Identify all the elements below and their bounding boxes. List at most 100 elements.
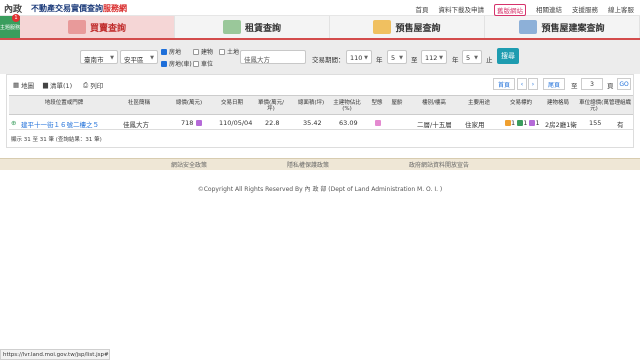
filter-bar: 臺南市 ▼ 安平區 ▼ 房地 房地(車) 建物 車位 土地 佳鳳大方 交易期間： 1… [0, 40, 640, 74]
checkbox-building[interactable]: 建物 [193, 47, 213, 56]
chevron-down-icon: ▼ [474, 55, 478, 61]
price-detail-icon[interactable] [195, 120, 202, 126]
checkbox-land-building[interactable]: 房地 [161, 47, 181, 56]
col-total-price[interactable]: 總價(萬元) [173, 100, 205, 106]
chevron-down-icon: ▼ [439, 55, 443, 61]
site-logo[interactable]: 內政部 不動產交易實價查詢服務網 [4, 2, 127, 29]
building-icon [222, 20, 241, 34]
year-unit-label-2: 年 [452, 56, 459, 64]
period-label: 交易期間： [312, 56, 345, 64]
end-label: 止 [486, 56, 493, 64]
col-main-ratio[interactable]: 主建物佔比(%) [331, 100, 363, 112]
col-area[interactable]: 總面積(坪) [297, 100, 325, 106]
to-page-label: 至 [571, 82, 578, 90]
checkbox-parking[interactable]: 車位 [193, 59, 213, 68]
results-summary: 顯示 31 至 31 筆 (查詢結果：31 筆) [11, 137, 102, 143]
tab-sale[interactable]: 買賣查詢 [20, 16, 175, 38]
col-unit-price[interactable]: 單價(萬元/坪) [257, 100, 285, 112]
results-panel: ▦ 地圖 ▆ 清單(1) ⎙ 列印 首頁 ‹ › 尾頁 至 3 頁 GO 地段位置或門… [6, 74, 634, 148]
table-row[interactable]: ⊕ 建平十一街１６號二樓之５ 佳鳳大方 718 110/05/04 22.8 3… [9, 116, 633, 130]
top-links: 首頁 資料下載及申請 舊版網站 相關連結 支援服務 線上客服 [416, 4, 634, 16]
print-button[interactable]: ⎙ 列印 [83, 80, 103, 91]
to-month-select[interactable]: 5 ▼ [462, 50, 482, 64]
map-view-button[interactable]: ▦ 地圖 [13, 80, 34, 90]
chevron-down-icon: ▼ [110, 55, 114, 61]
checkbox-icon [193, 48, 199, 55]
col-type[interactable]: 型態 [369, 100, 385, 106]
table-header: 地段位置或門牌 社區簡稱 總價(萬元) 交易日期 單價(萬元/坪) 總面積(坪)… [9, 95, 633, 115]
first-page-button[interactable]: 首頁 [493, 78, 515, 90]
tab-rent[interactable]: 租賃查詢 [175, 16, 330, 38]
chevron-down-icon: ▼ [399, 55, 403, 61]
crane-icon [373, 20, 392, 34]
col-management[interactable]: 管理組織 [609, 100, 631, 106]
list-view-button[interactable]: ▆ 清單(1) [43, 80, 72, 90]
keyword-input[interactable]: 佳鳳大方 [240, 50, 306, 64]
page-number-input[interactable]: 3 [581, 78, 603, 90]
checkbox-icon [193, 60, 199, 67]
link-privacy-policy[interactable]: 隱私權保護政策 [287, 160, 329, 169]
year-unit-label: 年 [376, 56, 383, 64]
house-icon [67, 20, 86, 34]
top-bar: 內政部 不動產交易實價查詢服務網 首頁 資料下載及申請 舊版網站 相關連結 支援… [0, 0, 640, 29]
tab-presale-project[interactable]: 預售屋建案查詢 [485, 16, 640, 38]
col-community[interactable]: 社區簡稱 [119, 100, 159, 106]
cell-main-ratio: 63.09 [339, 119, 358, 127]
cell-use: 住家用 [465, 121, 485, 129]
to-label: 至 [411, 56, 418, 64]
cell-target: 1 1 1 [505, 119, 540, 127]
theme-service-button[interactable]: 主題服務 1 [0, 14, 20, 38]
moi-logo: 內政部 [4, 5, 23, 28]
search-button[interactable]: 搜尋 [497, 48, 519, 64]
link-open-data[interactable]: 政府網站資料開放宣告 [409, 160, 469, 169]
col-address[interactable]: 地段位置或門牌 [29, 100, 99, 106]
checkbox-icon [161, 48, 167, 55]
checkbox-land[interactable]: 土地 [219, 47, 239, 56]
notification-badge: 1 [12, 14, 20, 22]
last-page-button[interactable]: 尾頁 [543, 78, 565, 90]
from-month-select[interactable]: 5 ▼ [387, 50, 407, 64]
cell-management: 有 [617, 121, 624, 129]
link-security-policy[interactable]: 網站安全政策 [171, 160, 207, 169]
col-age[interactable]: 屋齡 [389, 100, 405, 106]
col-use[interactable]: 主要用途 [461, 100, 497, 106]
checkbox-icon [219, 48, 225, 55]
link-download[interactable]: 資料下載及申請 [439, 4, 485, 16]
col-floor[interactable]: 樓別/樓高 [413, 100, 455, 106]
go-button[interactable]: GO [617, 78, 631, 90]
prev-page-button[interactable]: ‹ [517, 78, 527, 90]
city-select[interactable]: 臺南市 ▼ [80, 50, 118, 64]
link-old-site[interactable]: 舊版網站 [494, 4, 526, 16]
chevron-down-icon: ▼ [364, 55, 368, 61]
cell-floor: 二層/十五層 [417, 121, 452, 129]
link-support[interactable]: 支援服務 [572, 4, 598, 16]
tab-presale[interactable]: 預售屋查詢 [330, 16, 485, 38]
checkbox-icon [161, 60, 167, 67]
list-icon: ▆ [43, 81, 48, 89]
to-year-select[interactable]: 112 ▼ [421, 50, 447, 64]
site-title: 不動產交易實價查詢服務網 [31, 3, 127, 13]
print-icon: ⎙ [83, 80, 89, 89]
type-icon[interactable] [375, 120, 381, 126]
copyright-text: ©Copyright All Rights Reserved By 內 政 部 … [197, 186, 443, 193]
cell-layout: 2房2廳1衛 [545, 121, 577, 129]
cell-address[interactable]: 建平十一街１６號二樓之５ [21, 119, 99, 129]
link-home[interactable]: 首頁 [416, 4, 429, 16]
map-icon: ▦ [13, 81, 20, 89]
cell-type [375, 119, 381, 127]
main-tabs: 主題服務 1 買賣查詢 租賃查詢 預售屋查詢 預售屋建案查詢 [0, 14, 640, 40]
page-unit-label: 頁 [607, 82, 614, 90]
cell-community: 佳鳳大方 [123, 121, 149, 129]
row-expand-icon[interactable]: ⊕ [11, 119, 16, 127]
col-layout[interactable]: 建物格局 [539, 100, 577, 106]
col-target[interactable]: 交易標的 [505, 100, 537, 106]
chevron-down-icon: ▼ [150, 55, 154, 61]
link-customer-service[interactable]: 線上客服 [608, 4, 634, 16]
col-date[interactable]: 交易日期 [215, 100, 249, 106]
next-page-button[interactable]: › [528, 78, 538, 90]
link-related[interactable]: 相關連結 [536, 4, 562, 16]
col-parking-price[interactable]: 車位總價(萬元) [579, 100, 609, 112]
checkbox-land-building-parking[interactable]: 房地(車) [161, 59, 192, 68]
district-select[interactable]: 安平區 ▼ [120, 50, 158, 64]
from-year-select[interactable]: 110 ▼ [346, 50, 372, 64]
